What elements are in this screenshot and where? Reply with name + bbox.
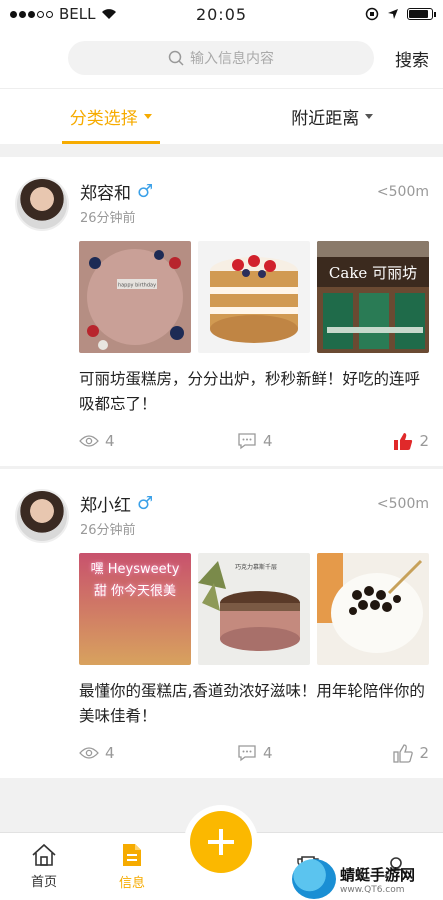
status-bar: BELL 20:05 [0, 0, 443, 28]
author-name: 郑小红 [80, 496, 131, 516]
photo-grid: happy birthday Cake 可丽坊 [79, 241, 429, 353]
post-author: 郑容和 ♂ [80, 179, 153, 204]
views-stat: 4 [79, 432, 237, 450]
shop-sign: Cake 可丽坊 [329, 264, 417, 282]
post-stats: 4 4 2 [79, 429, 429, 453]
search-bar: 输入信息内容 搜索 [0, 28, 443, 88]
comment-icon [238, 433, 256, 450]
search-input[interactable]: 输入信息内容 [68, 41, 374, 75]
status-time: 20:05 [195, 4, 248, 24]
watermark-title: 蜻蜓手游网 [340, 865, 416, 884]
author-name: 郑容和 [80, 184, 131, 204]
neon-text: 嘿 Heysweety 甜 你今天很美 [90, 562, 180, 599]
eye-icon [79, 435, 99, 447]
search-icon [168, 50, 184, 66]
status-right [273, 7, 436, 21]
search-placeholder: 输入信息内容 [190, 51, 274, 67]
home-icon [32, 843, 56, 866]
male-icon: ♂ [137, 181, 154, 202]
nav-info[interactable]: 信息 [88, 833, 176, 900]
comment-icon [238, 745, 256, 762]
post-card[interactable]: 郑容和 ♂ 26分钟前 <500m happy birthday Cake 可丽… [0, 157, 443, 466]
photo-cake-shop[interactable]: Cake 可丽坊 [317, 241, 429, 353]
photo-boba-cake[interactable] [317, 553, 429, 665]
photo-birthday-cake[interactable]: happy birthday [79, 241, 191, 353]
post-time: 26分钟前 [80, 211, 136, 226]
post-text: 可丽坊蛋糕房，分分出炉，秒秒新鲜！好吃的连呼吸都忘了！ [79, 370, 421, 413]
views-count: 4 [105, 432, 115, 450]
photo-chocolate-mousse[interactable]: 巧克力慕斯千层 [198, 553, 310, 665]
photo-strawberry-cake[interactable] [198, 241, 310, 353]
watermark-url: www.QT6.com [340, 884, 405, 895]
likes-stat[interactable]: 2 [393, 432, 429, 451]
plus-icon [208, 829, 234, 855]
document-icon [123, 844, 141, 866]
battery-icon [407, 8, 436, 20]
views-count: 4 [105, 744, 115, 762]
thumbs-up-filled-icon [394, 432, 413, 450]
photo-grid: 嘿 Heysweety 甜 你今天很美 巧克力慕斯千层 [79, 553, 429, 665]
search-button[interactable]: 搜索 [395, 46, 429, 71]
post-stats: 4 4 2 [79, 741, 429, 765]
avatar[interactable] [15, 489, 69, 543]
signal-icon [10, 10, 53, 18]
rotation-lock-icon [365, 7, 379, 21]
likes-stat[interactable]: 2 [393, 743, 429, 763]
status-left: BELL [10, 5, 170, 23]
nav-home-label: 首页 [30, 875, 57, 890]
comments-count: 4 [263, 744, 273, 762]
post-distance: <500m [376, 184, 429, 200]
add-post-button[interactable] [190, 811, 252, 873]
cake-caption: happy birthday [118, 283, 156, 289]
post-text: 最懂你的蛋糕店,香道劲浓好滋味！用年轮陪伴你的美味佳肴！ [79, 682, 425, 725]
likes-count: 2 [419, 432, 429, 450]
caret-down-icon [143, 114, 152, 119]
views-stat: 4 [79, 744, 237, 762]
watermark: 蜻蜓手游网 www.QT6.com [292, 858, 442, 900]
tab-distance[interactable]: 附近距离 [222, 89, 443, 144]
comments-stat[interactable]: 4 [237, 432, 393, 450]
comments-count: 4 [263, 432, 273, 450]
nav-info-label: 信息 [118, 876, 145, 891]
nav-home[interactable]: 首页 [0, 833, 88, 900]
post-author: 郑小红 ♂ [80, 491, 153, 516]
wifi-icon [102, 9, 117, 19]
carrier-label: BELL [59, 5, 96, 23]
photo-neon-sign[interactable]: 嘿 Heysweety 甜 你今天很美 [79, 553, 191, 665]
caret-down-icon [365, 114, 374, 119]
likes-count: 2 [419, 744, 429, 762]
post-distance: <500m [376, 496, 429, 512]
mousse-caption: 巧克力慕斯千层 [235, 563, 277, 571]
eye-icon [79, 747, 99, 759]
post-time: 26分钟前 [80, 523, 136, 538]
dragonfly-logo [292, 859, 336, 899]
location-icon [388, 9, 398, 19]
thumbs-up-icon [393, 743, 414, 763]
male-icon: ♂ [137, 493, 154, 514]
filter-tabs: 分类选择 附近距离 [0, 88, 443, 144]
tab-category[interactable]: 分类选择 [0, 89, 222, 144]
avatar[interactable] [15, 177, 69, 231]
comments-stat[interactable]: 4 [237, 744, 393, 762]
post-card[interactable]: 郑小红 ♂ 26分钟前 <500m 嘿 Heysweety 甜 你今天很美 巧克… [0, 469, 443, 778]
tab-category-label: 分类选择 [69, 109, 138, 129]
watermark-text: 蜻蜓手游网 www.QT6.com [340, 864, 415, 895]
tab-distance-label: 附近距离 [291, 109, 360, 129]
